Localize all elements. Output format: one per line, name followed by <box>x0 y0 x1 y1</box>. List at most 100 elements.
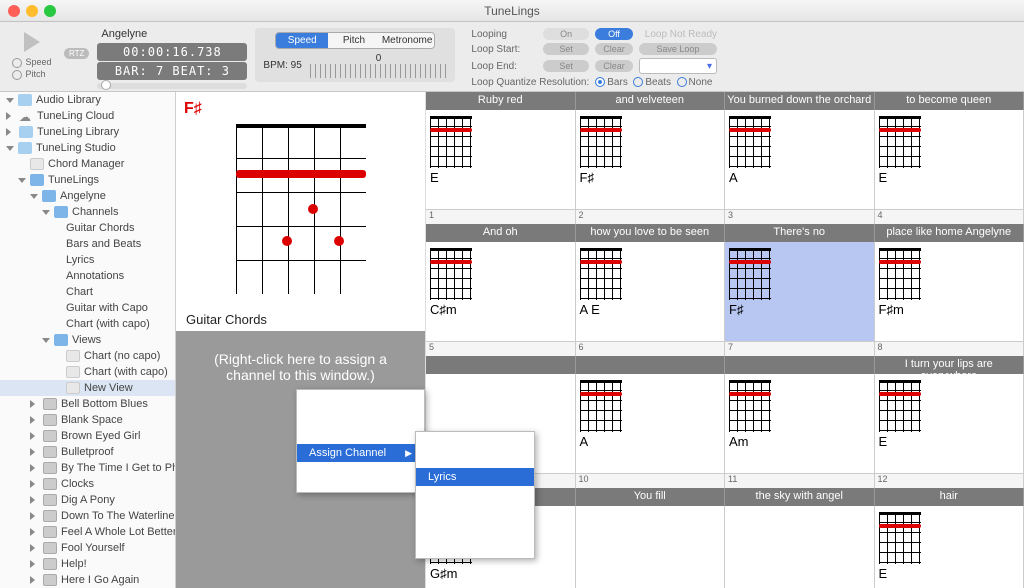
submenu-item[interactable]: Chart <box>416 504 534 522</box>
chord-cell[interactable]: E <box>875 374 1024 473</box>
sidebar-item[interactable]: Feel A Whole Lot Better <box>0 524 175 540</box>
submenu-item[interactable]: Lyrics <box>416 468 534 486</box>
disclosure-icon[interactable] <box>30 512 39 520</box>
sidebar-item[interactable]: Views <box>0 332 175 348</box>
loop-end-set[interactable]: Set <box>543 60 589 72</box>
chord-cell[interactable]: E <box>426 110 576 209</box>
sidebar-item[interactable]: Here I Go Again <box>0 572 175 588</box>
context-menu[interactable]: Split HorizontallySplit VerticallyRemove… <box>296 389 425 493</box>
mode-pitch-radio[interactable]: Pitch <box>12 68 51 80</box>
disclosure-icon[interactable] <box>30 576 39 584</box>
sidebar-item[interactable]: Channels <box>0 204 175 220</box>
chord-cell[interactable]: F♯ <box>576 110 726 209</box>
loop-on-button[interactable]: On <box>543 28 589 40</box>
disclosure-icon[interactable] <box>30 448 39 456</box>
disclosure-icon[interactable] <box>30 480 39 488</box>
assign-channel-submenu[interactable]: Guitar ChordsBars and BeatsLyricsAnnotat… <box>415 431 535 559</box>
disclosure-icon[interactable] <box>30 432 39 440</box>
bpm-slider[interactable] <box>310 64 448 78</box>
disclosure-icon[interactable] <box>6 98 14 103</box>
sidebar-item[interactable]: Down To The Waterline <box>0 508 175 524</box>
disclosure-icon[interactable] <box>30 194 38 199</box>
quant-none-radio[interactable]: None <box>689 77 713 88</box>
sidebar-item[interactable]: By The Time I Get to Phoenix <box>0 460 175 476</box>
sidebar-item[interactable]: Annotations <box>0 268 175 284</box>
sidebar-item[interactable]: ☁TuneLing Cloud <box>0 108 175 124</box>
sidebar-item[interactable]: Angelyne <box>0 188 175 204</box>
sidebar-item[interactable]: Lyrics <box>0 252 175 268</box>
mode-speed-radio[interactable]: Speed <box>12 56 51 68</box>
menu-item[interactable]: Split Vertically <box>297 408 424 426</box>
menu-item[interactable]: Assign Channel▶ <box>297 444 424 462</box>
chord-cell[interactable]: A <box>576 374 726 473</box>
loop-start-clear[interactable]: Clear <box>595 43 633 55</box>
menu-item[interactable]: Remove Pane <box>297 426 424 444</box>
disclosure-icon[interactable] <box>18 178 26 183</box>
chord-cell[interactable]: Am <box>725 374 875 473</box>
submenu-item[interactable]: Chart (with capo) <box>416 540 534 558</box>
sidebar-item[interactable]: Blank Space <box>0 412 175 428</box>
chord-cell[interactable]: A <box>725 110 875 209</box>
sidebar-item[interactable]: TuneLing Library <box>0 124 175 140</box>
sidebar-item[interactable]: New View <box>0 380 175 396</box>
tab-pitch[interactable]: Pitch <box>328 33 380 48</box>
sidebar-item[interactable]: Clocks <box>0 476 175 492</box>
sidebar-item[interactable]: Dig A Pony <box>0 492 175 508</box>
play-button[interactable] <box>24 32 40 52</box>
sidebar-item[interactable]: Audio Library <box>0 92 175 108</box>
sidebar-item[interactable]: Brown Eyed Girl <box>0 428 175 444</box>
disclosure-icon[interactable] <box>30 560 39 568</box>
library-sidebar[interactable]: Audio Library☁TuneLing CloudTuneLing Lib… <box>0 92 176 588</box>
menu-item[interactable]: Show Fonts and Colors <box>297 462 424 492</box>
sidebar-item[interactable]: Bell Bottom Blues <box>0 396 175 412</box>
chord-cell[interactable] <box>725 506 875 588</box>
chord-cell[interactable]: C♯m <box>426 242 576 341</box>
disclosure-icon[interactable] <box>6 112 15 120</box>
chord-cell[interactable]: F♯m <box>875 242 1024 341</box>
chord-cell[interactable]: E <box>875 110 1024 209</box>
sidebar-item[interactable]: TuneLing Studio <box>0 140 175 156</box>
assign-hint-pane[interactable]: (Right-click here to assign a channel to… <box>176 331 425 588</box>
disclosure-icon[interactable] <box>30 544 39 552</box>
chord-cell[interactable] <box>576 506 726 588</box>
disclosure-icon[interactable] <box>30 416 39 424</box>
disclosure-icon[interactable] <box>30 400 39 408</box>
sidebar-item[interactable]: Guitar with Capo <box>0 300 175 316</box>
disclosure-icon[interactable] <box>6 146 14 151</box>
chord-cell[interactable]: E <box>875 506 1024 588</box>
sidebar-item[interactable]: Chart (with capo) <box>0 364 175 380</box>
loop-start-set[interactable]: Set <box>543 43 589 55</box>
loop-end-clear[interactable]: Clear <box>595 60 633 72</box>
disclosure-icon[interactable] <box>30 496 39 504</box>
disclosure-icon[interactable] <box>30 464 39 472</box>
sidebar-item[interactable]: Bars and Beats <box>0 236 175 252</box>
sidebar-item[interactable]: TuneLings <box>0 172 175 188</box>
quant-beats-radio[interactable]: Beats <box>645 77 671 88</box>
disclosure-icon[interactable] <box>42 210 50 215</box>
sidebar-item[interactable]: Chord Manager <box>0 156 175 172</box>
sidebar-item[interactable]: Fool Yourself <box>0 540 175 556</box>
tab-metronome[interactable]: Metronome <box>380 33 435 48</box>
disclosure-icon[interactable] <box>42 338 50 343</box>
tab-speed[interactable]: Speed <box>276 33 328 48</box>
chord-cell[interactable]: A E <box>576 242 726 341</box>
chord-cell[interactable]: F♯ <box>725 242 875 341</box>
quant-bars-radio[interactable]: Bars <box>607 77 628 88</box>
menu-item[interactable]: Split Horizontally <box>297 390 424 408</box>
sidebar-item[interactable]: Chart (with capo) <box>0 316 175 332</box>
disclosure-icon[interactable] <box>30 528 39 536</box>
sidebar-item[interactable]: Guitar Chords <box>0 220 175 236</box>
rtz-button[interactable]: RTZ <box>64 48 89 59</box>
submenu-item[interactable]: Annotations <box>416 486 534 504</box>
loop-off-button[interactable]: Off <box>595 28 633 40</box>
disclosure-icon[interactable] <box>6 128 15 136</box>
sidebar-item[interactable]: Chart <box>0 284 175 300</box>
submenu-item[interactable]: Guitar Chords <box>416 432 534 450</box>
loop-select[interactable] <box>639 58 717 74</box>
sidebar-item[interactable]: Chart (no capo) <box>0 348 175 364</box>
position-slider[interactable] <box>97 83 247 89</box>
sidebar-item[interactable]: Help! <box>0 556 175 572</box>
sidebar-item[interactable]: Bulletproof <box>0 444 175 460</box>
submenu-item[interactable]: Guitar with Capo <box>416 522 534 540</box>
save-loop-button[interactable]: Save Loop <box>639 43 717 55</box>
